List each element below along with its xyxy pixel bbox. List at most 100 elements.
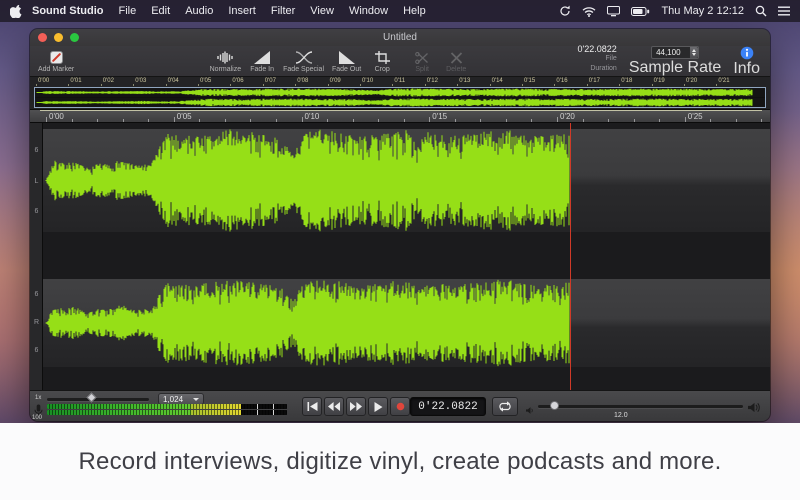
ruler-tick [123, 119, 124, 122]
zoom-min-label: 1x [35, 395, 41, 401]
ruler-tick [583, 119, 584, 122]
ruler-label: 0'18 [621, 78, 632, 84]
db-label: 6 [30, 347, 43, 354]
ruler-tick [295, 84, 296, 86]
ruler-label: 0'00 [49, 112, 64, 121]
skip-to-start-button[interactable] [302, 397, 322, 416]
duration-value: 0'22.0822 [578, 45, 617, 55]
delete-button[interactable]: Delete [443, 50, 469, 73]
ruler-tick [659, 119, 660, 122]
play-icon [373, 402, 383, 412]
overview-ruler[interactable]: 0'000'010'020'030'040'050'060'070'080'09… [30, 77, 770, 87]
delete-icon [450, 50, 463, 64]
control-bar: 1x 1,024 100 [30, 390, 770, 421]
fade-special-button[interactable]: Fade Special [283, 50, 324, 73]
info-button[interactable]: Info [733, 46, 760, 78]
menu-item[interactable]: Window [349, 5, 388, 17]
split-button[interactable]: Split [409, 50, 435, 73]
menu-item[interactable]: Audio [185, 5, 213, 17]
menu-clock[interactable]: Thu May 2 12:12 [661, 5, 744, 17]
ruler-tick [101, 84, 102, 86]
menu-app-name[interactable]: Sound Studio [32, 5, 103, 17]
ruler-label: 0'00 [38, 78, 49, 84]
ruler-tick [761, 119, 762, 122]
add-marker-icon [50, 50, 63, 64]
close-button[interactable] [38, 33, 47, 42]
waveform-left [43, 129, 770, 232]
battery-icon[interactable] [631, 7, 650, 16]
db-scale-gutter: 6 L 6 6 R 6 [30, 123, 43, 390]
fade-out-button[interactable]: Fade Out [332, 50, 361, 73]
control-center-icon[interactable] [778, 6, 790, 16]
ruler-tick [360, 84, 361, 86]
ruler-tick [716, 84, 717, 86]
rewind-icon [328, 402, 340, 411]
menu-item[interactable]: View [310, 5, 334, 17]
ruler-label: 0'10 [305, 112, 320, 121]
ruler-tick [480, 119, 481, 122]
zoom-slider[interactable] [47, 398, 149, 401]
menu-item[interactable]: Filter [271, 5, 295, 17]
loop-button[interactable] [492, 397, 518, 416]
wifi-icon[interactable] [582, 6, 596, 17]
ruler-label: 0'15 [524, 78, 535, 84]
input-level-meter-right [47, 410, 287, 415]
normalize-button[interactable]: Normalize [210, 50, 242, 73]
menu-item[interactable]: Insert [228, 5, 256, 17]
ruler-tick [425, 84, 426, 86]
menu-item[interactable]: Help [403, 5, 426, 17]
minimize-button[interactable] [54, 33, 63, 42]
menu-status-area: Thu May 2 12:12 [559, 5, 790, 17]
zoom-window-button[interactable] [70, 33, 79, 42]
tool-label: Delete [446, 66, 466, 73]
tool-label: Fade Out [332, 66, 361, 73]
ruler-tick [554, 84, 555, 86]
volume-slider[interactable] [538, 405, 743, 408]
ruler-tick [46, 117, 47, 122]
sync-icon[interactable] [559, 5, 571, 17]
ruler-label: 0'11 [394, 78, 405, 84]
timeline-ruler[interactable]: 0'000'050'100'150'200'25 [30, 110, 770, 123]
menu-item[interactable]: Edit [151, 5, 170, 17]
fade-special-icon [296, 50, 312, 64]
waveform-editor[interactable]: 6 L 6 6 R 6 [30, 123, 770, 390]
search-icon[interactable] [755, 5, 767, 17]
right-channel-track[interactable] [43, 279, 770, 367]
overview-waveform[interactable] [34, 87, 766, 108]
ruler-label: 0'17 [589, 78, 600, 84]
ruler-label: 0'16 [556, 78, 567, 84]
fade-in-button[interactable]: Fade In [249, 50, 275, 73]
ruler-tick [608, 119, 609, 122]
overview-strip[interactable]: 0'000'010'020'030'040'050'060'070'080'09… [30, 77, 770, 110]
input-level-value: 100 [32, 415, 42, 421]
ruler-tick [166, 84, 167, 86]
ruler-tick [455, 119, 456, 122]
sample-rate-select[interactable]: 44,100 [651, 46, 699, 59]
play-button[interactable] [368, 397, 388, 416]
ruler-tick [522, 84, 523, 86]
db-label: 6 [30, 208, 43, 215]
fast-forward-button[interactable] [346, 397, 366, 416]
input-level-meter-left [47, 404, 287, 409]
record-button[interactable] [390, 397, 410, 416]
normalize-icon [217, 50, 233, 64]
add-marker-label: Add Marker [38, 66, 74, 73]
rewind-button[interactable] [324, 397, 344, 416]
add-marker-button[interactable]: Add Marker [38, 50, 74, 73]
sample-rate-stepper[interactable] [689, 47, 698, 58]
volume-slider-thumb[interactable] [550, 401, 559, 410]
ruler-tick [710, 119, 711, 122]
fade-in-icon [254, 50, 270, 64]
playhead-cursor[interactable] [570, 123, 571, 390]
apple-icon[interactable] [10, 4, 22, 18]
waveform-right [43, 279, 770, 367]
record-icon [396, 402, 405, 411]
ruler-tick [506, 119, 507, 122]
menu-item[interactable]: File [118, 5, 136, 17]
speaker-low-icon [526, 402, 535, 420]
ruler-tick [531, 119, 532, 122]
left-channel-track[interactable] [43, 129, 770, 232]
display-icon[interactable] [607, 6, 620, 17]
crop-button[interactable]: Crop [369, 50, 395, 73]
crop-icon [375, 50, 390, 64]
